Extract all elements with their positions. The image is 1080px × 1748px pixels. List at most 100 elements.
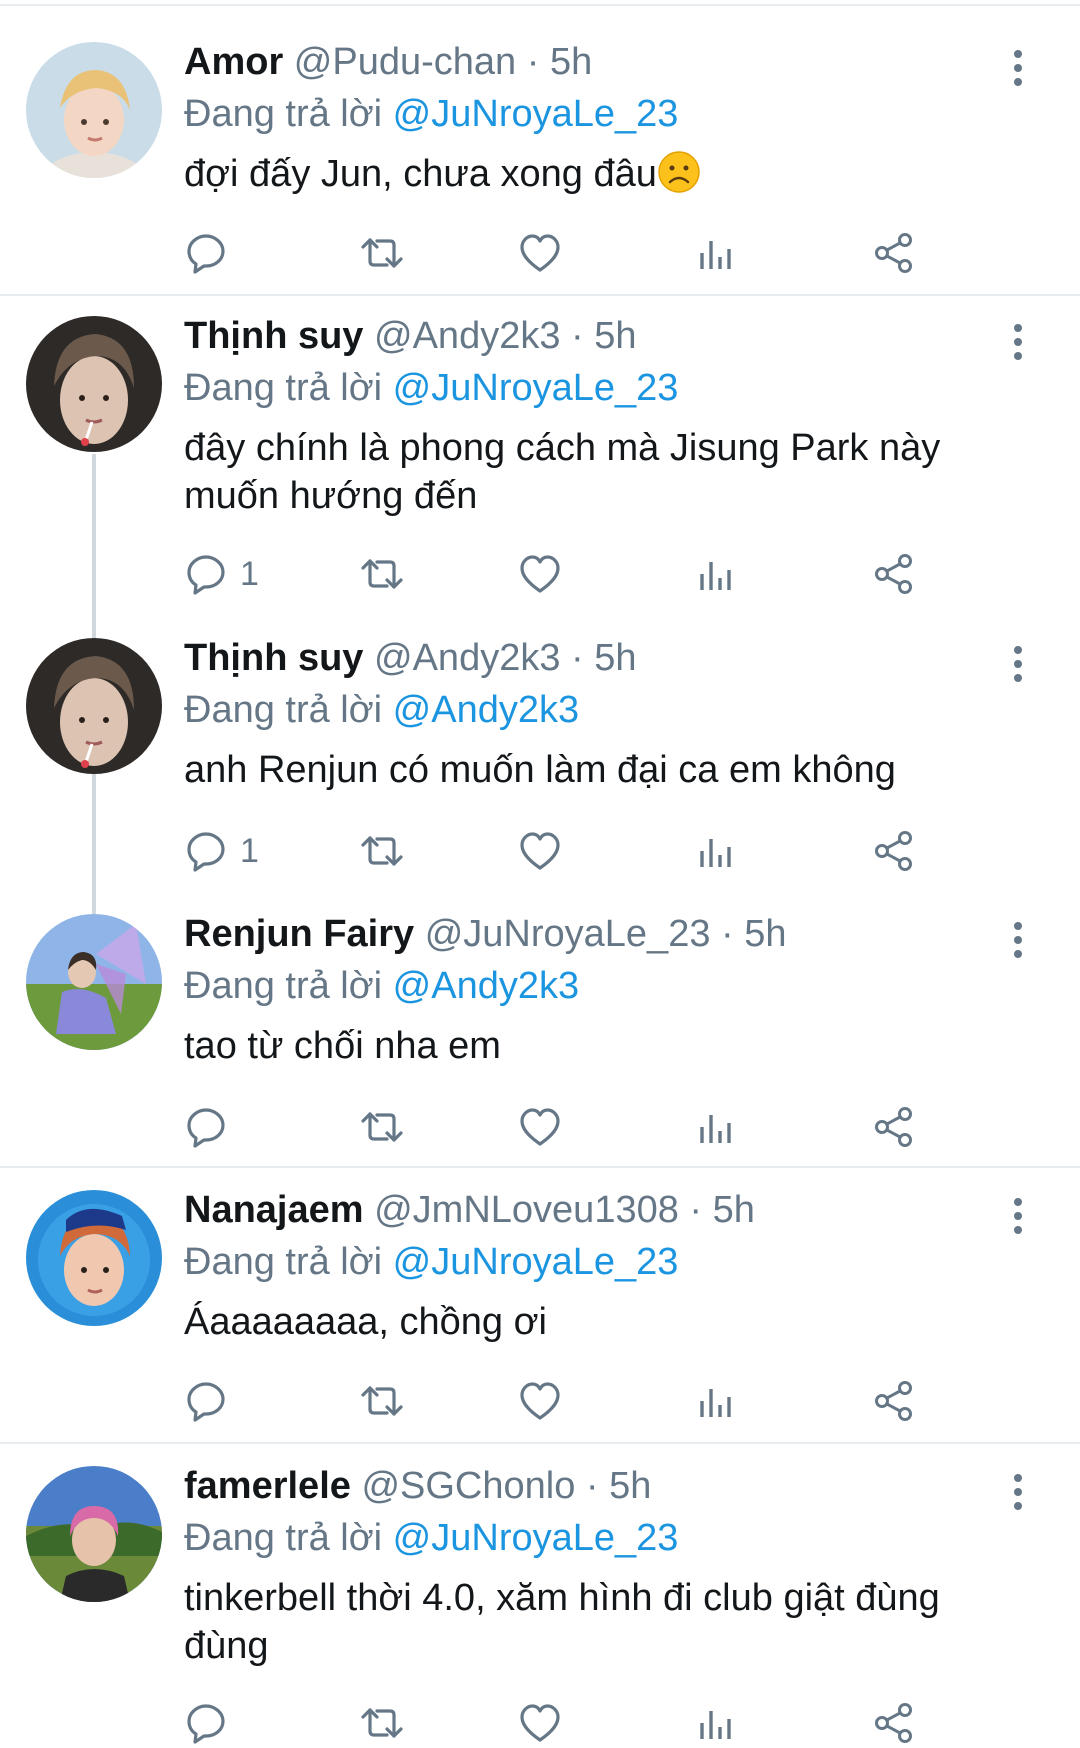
timestamp[interactable]: 5h [609, 1465, 651, 1507]
analytics-button[interactable] [694, 1698, 738, 1748]
retweet-icon [361, 1386, 403, 1416]
more-icon[interactable] [1006, 48, 1030, 88]
user-handle[interactable]: @Pudu-chan [294, 41, 516, 83]
like-button[interactable] [518, 549, 562, 599]
analytics-icon [700, 1115, 731, 1143]
share-button[interactable] [872, 549, 916, 599]
avatar[interactable] [26, 1190, 162, 1326]
display-name[interactable]: Thịnh suy [184, 315, 363, 357]
tweet-header: Renjun Fairy @JuNroyaLe_23 · 5h [184, 910, 1016, 958]
share-icon [875, 1107, 912, 1147]
reply-icon [187, 1704, 225, 1744]
like-icon [520, 832, 560, 870]
tweet-text: tinkerbell thời 4.0, xăm hình đi club gi… [184, 1577, 940, 1667]
replying-to-label: Đang trả lời [184, 367, 383, 409]
more-icon[interactable] [1006, 644, 1030, 684]
share-icon [875, 233, 912, 273]
like-icon [520, 1108, 560, 1146]
reply-button[interactable] [184, 1376, 240, 1426]
share-button[interactable] [872, 1376, 916, 1426]
timestamp[interactable]: 5h [744, 913, 786, 955]
display-name[interactable]: Amor [184, 41, 283, 83]
more-icon[interactable] [1006, 322, 1030, 362]
display-name[interactable]: Nanajaem [184, 1189, 364, 1231]
timestamp[interactable]: 5h [550, 41, 592, 83]
mention-link[interactable]: @Andy2k3 [393, 965, 579, 1007]
reply-icon [187, 1108, 225, 1148]
analytics-icon [700, 562, 731, 590]
tweet-text: anh Renjun có muốn làm đại ca em không [184, 749, 896, 791]
reply-button[interactable] [184, 1102, 240, 1152]
display-name[interactable]: Renjun Fairy [184, 913, 414, 955]
user-handle[interactable]: @JuNroyaLe_23 [425, 913, 711, 955]
retweet-button[interactable] [360, 1376, 404, 1426]
tweet-text: đợi đấy Jun, chưa xong đâu [184, 150, 1016, 198]
share-button[interactable] [872, 228, 916, 278]
more-icon[interactable] [1006, 920, 1030, 960]
divider [0, 294, 1080, 296]
share-button[interactable] [872, 826, 916, 876]
like-icon [520, 1704, 560, 1742]
reply-button[interactable]: 1 [184, 549, 259, 599]
more-icon[interactable] [1006, 1472, 1030, 1512]
tweet-actions: 1 [184, 826, 1020, 876]
avatar[interactable] [26, 914, 162, 1050]
like-button[interactable] [518, 1102, 562, 1152]
user-handle[interactable]: @Andy2k3 [374, 637, 560, 679]
separator-dot: · [721, 913, 734, 955]
timestamp[interactable]: 5h [594, 637, 636, 679]
user-handle[interactable]: @JmNLoveu1308 [374, 1189, 679, 1231]
share-icon [875, 831, 912, 871]
retweet-button[interactable] [360, 549, 404, 599]
analytics-button[interactable] [694, 826, 738, 876]
tweet-text: đây chính là phong cách mà Jisung Park n… [184, 427, 941, 517]
analytics-icon [700, 241, 731, 269]
mention-link[interactable]: @JuNroyaLe_23 [393, 93, 679, 135]
reply-icon [187, 1382, 225, 1422]
share-icon [875, 554, 912, 594]
retweet-button[interactable] [360, 826, 404, 876]
mention-link[interactable]: @Andy2k3 [393, 689, 579, 731]
retweet-icon [361, 238, 403, 268]
avatar[interactable] [26, 638, 162, 774]
display-name[interactable]: famerlele [184, 1465, 351, 1507]
mention-link[interactable]: @JuNroyaLe_23 [393, 1517, 679, 1559]
share-button[interactable] [872, 1102, 916, 1152]
mention-link[interactable]: @JuNroyaLe_23 [393, 1241, 679, 1283]
retweet-icon [361, 1708, 403, 1738]
retweet-button[interactable] [360, 1698, 404, 1748]
timestamp[interactable]: 5h [713, 1189, 755, 1231]
replying-to: Đang trả lời @JuNroyaLe_23 [184, 1514, 1016, 1562]
analytics-button[interactable] [694, 549, 738, 599]
replying-to: Đang trả lời @JuNroyaLe_23 [184, 1238, 1016, 1286]
tweet-header: Amor @Pudu-chan · 5h [184, 38, 1016, 86]
tweet-header: Thịnh suy @Andy2k3 · 5h [184, 312, 1016, 360]
more-icon[interactable] [1006, 1196, 1030, 1236]
like-button[interactable] [518, 826, 562, 876]
tweet-text-content: đợi đấy Jun, chưa xong đâu [184, 153, 657, 195]
user-handle[interactable]: @Andy2k3 [374, 315, 560, 357]
replying-to: Đang trả lời @JuNroyaLe_23 [184, 90, 1016, 138]
tweet-actions [184, 1698, 1020, 1748]
like-button[interactable] [518, 1698, 562, 1748]
like-button[interactable] [518, 228, 562, 278]
avatar[interactable] [26, 42, 162, 178]
reply-button[interactable] [184, 228, 240, 278]
tweet-header: famerlele @SGChonlo · 5h [184, 1462, 1016, 1510]
analytics-button[interactable] [694, 1376, 738, 1426]
user-handle[interactable]: @SGChonlo [361, 1465, 575, 1507]
retweet-button[interactable] [360, 228, 404, 278]
like-button[interactable] [518, 1376, 562, 1426]
analytics-button[interactable] [694, 228, 738, 278]
retweet-icon [361, 836, 403, 866]
reply-button[interactable] [184, 1698, 240, 1748]
avatar[interactable] [26, 1466, 162, 1602]
avatar[interactable] [26, 316, 162, 452]
reply-button[interactable]: 1 [184, 826, 259, 876]
timestamp[interactable]: 5h [594, 315, 636, 357]
display-name[interactable]: Thịnh suy [184, 637, 363, 679]
mention-link[interactable]: @JuNroyaLe_23 [393, 367, 679, 409]
analytics-button[interactable] [694, 1102, 738, 1152]
share-button[interactable] [872, 1698, 916, 1748]
retweet-button[interactable] [360, 1102, 404, 1152]
